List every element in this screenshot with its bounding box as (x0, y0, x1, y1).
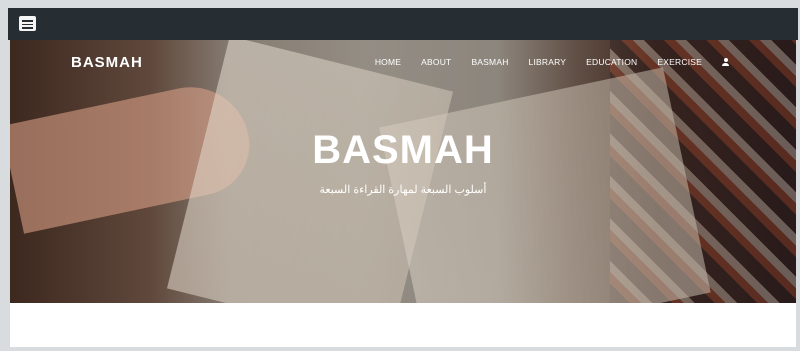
brand-logo[interactable]: BASMAH (71, 54, 143, 71)
hero-section: BASMAH HOME ABOUT BASMAH LIBRARY EDUCATI… (10, 40, 796, 303)
nav-library[interactable]: LIBRARY (529, 57, 567, 67)
user-icon[interactable] (722, 58, 729, 66)
nav-education[interactable]: EDUCATION (586, 57, 637, 67)
hero-title: BASMAH (312, 128, 494, 172)
top-bar (8, 8, 798, 40)
hamburger-menu-icon[interactable] (19, 16, 36, 31)
nav-basmah[interactable]: BASMAH (471, 57, 508, 67)
content-area (10, 303, 796, 347)
hero-subtitle: أسلوب السبعة لمهارة القراءة السبعة (319, 184, 487, 196)
nav-about[interactable]: ABOUT (421, 57, 451, 67)
main-navigation: HOME ABOUT BASMAH LIBRARY EDUCATION EXER… (375, 57, 729, 67)
nav-exercise[interactable]: EXERCISE (657, 57, 702, 67)
nav-home[interactable]: HOME (375, 57, 401, 67)
